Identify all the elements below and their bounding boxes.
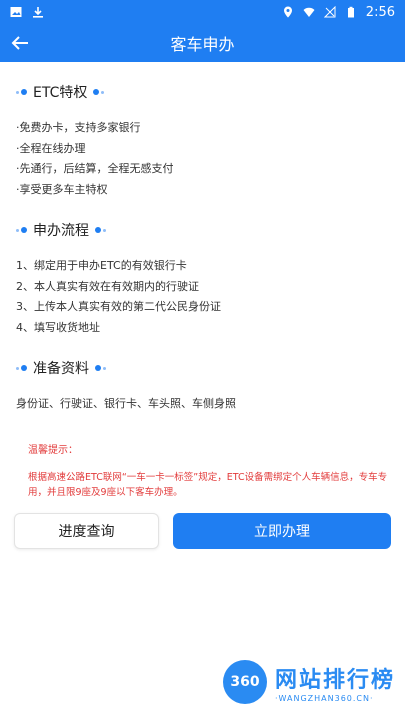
signal-off-icon (323, 6, 336, 18)
list-item: ·享受更多车主特权 (16, 182, 108, 196)
section-etc-privileges: ETC特权 (16, 82, 389, 102)
main-content: ETC特权 ·免费办卡，支持多家银行 ·全程在线办理 ·先通行，后结算，全程无感… (0, 62, 405, 500)
watermark-badge: 360 (222, 660, 267, 704)
arrow-left-icon[interactable] (8, 31, 32, 55)
watermark-subtitle: ·WANGZHAN360.CN· (274, 693, 374, 703)
dot-decoration-icon (16, 89, 27, 95)
list-item: 3、上传本人真实有效的第二代公民身份证 (16, 300, 221, 313)
download-icon (33, 7, 43, 18)
dot-decoration-icon (16, 365, 27, 371)
list-item: 1、绑定用于申办ETC的有效银行卡 (16, 259, 187, 272)
section-application-process: 申办流程 (16, 220, 389, 240)
list-item: ·全程在线办理 (16, 141, 86, 155)
section-title-label: 申办流程 (33, 223, 89, 239)
section-title-label: 准备资料 (33, 361, 89, 377)
battery-icon (347, 6, 354, 18)
dot-decoration-icon (93, 89, 105, 95)
status-time: 2:56 (365, 4, 395, 20)
list-item: 2、本人真实有效在有效期内的行驶证 (16, 279, 199, 293)
tip-body: 根据高速公路ETC联网“一车一卡一标签”规定，ETC设备需绑定个人车辆信息，专车… (28, 471, 388, 498)
dot-decoration-icon (95, 227, 106, 233)
list-item: 身份证、行驶证、银行卡、车头照、车侧身照 (16, 397, 236, 410)
app-bar: 客车申办 (0, 24, 405, 62)
image-icon (10, 7, 22, 17)
location-icon (283, 6, 292, 18)
action-buttons: 进度查询 立即办理 (14, 513, 391, 549)
wifi-icon (303, 7, 315, 17)
watermark-logo: 360 网站排行榜 ·WANGZHAN360.CN· (222, 660, 395, 704)
section-title-label: ETC特权 (33, 85, 88, 101)
dot-decoration-icon (16, 227, 27, 233)
dot-decoration-icon (95, 365, 106, 371)
apply-now-button[interactable]: 立即办理 (173, 513, 391, 549)
list-item: 4、填写收货地址 (16, 320, 100, 334)
progress-query-button[interactable]: 进度查询 (14, 513, 159, 549)
list-item: ·免费办卡，支持多家银行 (16, 121, 141, 134)
status-bar: 2:56 (0, 0, 405, 24)
section-required-materials: 准备资料 (16, 358, 389, 378)
list-item: ·先通行，后结算，全程无感支付 (16, 162, 174, 175)
page-title: 客车申办 (170, 35, 235, 54)
tip-title: 温馨提示： (28, 444, 78, 456)
tip-box: 温馨提示： 根据高速公路ETC联网“一车一卡一标签”规定，ETC设备需绑定个人车… (16, 443, 389, 500)
watermark-title: 网站排行榜 (274, 667, 395, 693)
